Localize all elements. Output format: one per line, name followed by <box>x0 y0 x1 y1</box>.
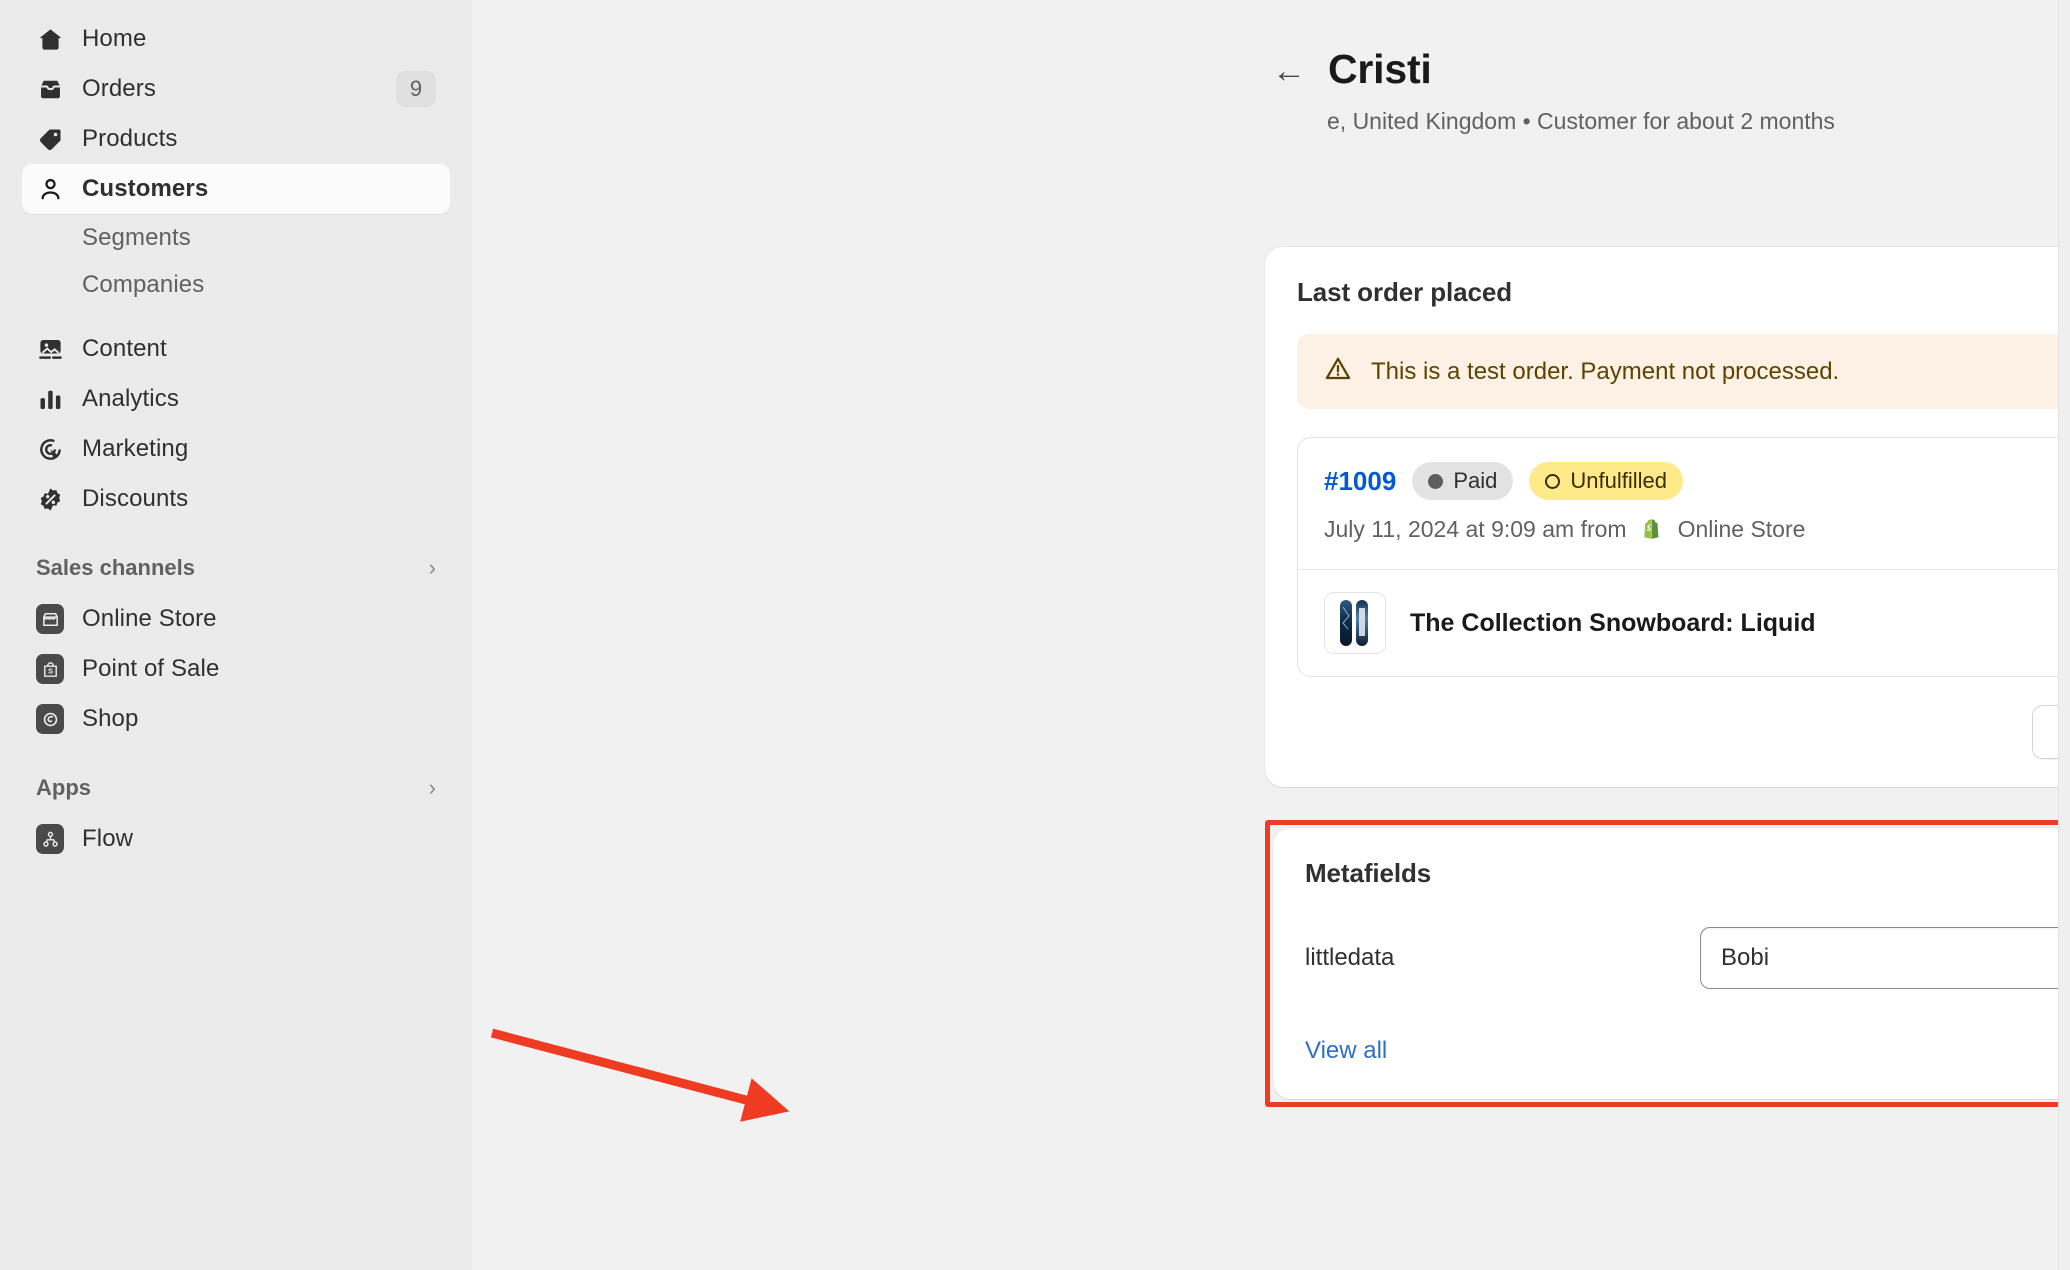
svg-text:S: S <box>47 666 52 675</box>
sidebar-item-shop[interactable]: Shop <box>22 694 450 744</box>
page-title: Cristi <box>1328 46 1432 92</box>
products-tag-icon <box>36 125 64 153</box>
sidebar-item-label: Shop <box>82 705 139 732</box>
page-header: ← Cristi e, United Kingdom • Customer fo… <box>472 0 2070 135</box>
sidebar-item-label: Marketing <box>82 435 189 462</box>
discounts-percent-icon <box>36 485 64 513</box>
sidebar-item-label: Flow <box>82 825 134 852</box>
orders-count-badge: 9 <box>396 71 436 107</box>
status-ring-icon <box>1545 473 1561 489</box>
sidebar-item-products[interactable]: Products <box>22 114 450 164</box>
sidebar-subitem-label: Segments <box>82 223 191 251</box>
order-card-actions: View all orders Create order <box>1297 705 2070 759</box>
point-of-sale-icon: S <box>36 654 64 684</box>
home-icon <box>36 25 64 53</box>
sidebar-item-point-of-sale[interactable]: S Point of Sale <box>22 644 450 694</box>
sidebar-item-flow[interactable]: Flow <box>22 814 450 864</box>
sidebar-item-content[interactable]: Content <box>22 324 450 374</box>
sidebar-item-label: Products <box>82 125 178 152</box>
shop-icon <box>36 704 64 734</box>
product-thumbnail <box>1324 592 1386 654</box>
test-order-warning-banner: This is a test order. Payment not proces… <box>1297 334 2070 409</box>
sidebar-item-label: Analytics <box>82 385 179 412</box>
sidebar-item-label: Content <box>82 335 167 362</box>
status-dot-icon <box>1428 473 1444 489</box>
order-number-link[interactable]: #1009 <box>1324 466 1396 497</box>
sidebar-item-label: Home <box>82 25 147 52</box>
metafield-label: littledata <box>1305 944 1395 971</box>
shopify-admin-window: Home Orders 9 Products Customers Segment… <box>0 0 2070 1270</box>
sidebar-item-orders[interactable]: Orders 9 <box>22 64 450 114</box>
right-edge-divider <box>2058 0 2070 1270</box>
marketing-target-icon <box>36 435 64 463</box>
order-summary-box: #1009 Paid Unfulfilled £749.95 <box>1297 437 2070 677</box>
sidebar-item-label: Customers <box>82 175 209 202</box>
fulfillment-status-badge: Unfulfilled <box>1529 462 1683 500</box>
shopify-bag-icon <box>1639 516 1666 543</box>
metafield-row: littledata <box>1305 927 2070 989</box>
customer-subtitle: e, United Kingdom • Customer for about 2… <box>1327 108 1835 134</box>
content-column: Last order placed This is a test order. … <box>1265 247 2070 1107</box>
card-title: Metafields <box>1305 858 1432 888</box>
card-title: Last order placed <box>1297 277 1513 307</box>
sidebar-subitem-label: Companies <box>82 270 205 298</box>
order-placed-text: July 11, 2024 at 9:09 am from <box>1324 516 1627 542</box>
sidebar-item-discounts[interactable]: Discounts <box>22 474 450 524</box>
sidebar-item-customers[interactable]: Customers <box>22 164 450 214</box>
content-image-icon <box>36 335 64 363</box>
sales-channels-section-header[interactable]: Sales channels › <box>22 542 450 594</box>
sidebar-item-online-store[interactable]: Online Store <box>22 594 450 644</box>
payment-status-badge: Paid <box>1412 462 1514 500</box>
back-arrow-icon[interactable]: ← <box>1272 54 1306 88</box>
sidebar-item-companies[interactable]: Companies <box>22 261 450 308</box>
warning-triangle-icon <box>1323 354 1353 389</box>
last-order-placed-card: Last order placed This is a test order. … <box>1265 247 2070 787</box>
sidebar-item-label: Orders <box>82 75 156 102</box>
analytics-bars-icon <box>36 385 64 413</box>
warning-text: This is a test order. Payment not proces… <box>1371 357 1840 385</box>
line-item-row: The Collection Snowboard: Liquid x 1 £74… <box>1324 592 2070 654</box>
sidebar-item-segments[interactable]: Segments <box>22 214 450 261</box>
apps-label: Apps <box>36 775 91 800</box>
metafields-card: Metafields littledata View all <box>1273 828 2070 1099</box>
payment-status-label: Paid <box>1453 468 1498 493</box>
sales-channel-name: Online Store <box>1677 516 1806 542</box>
chevron-right-icon: › <box>428 775 436 800</box>
sidebar-item-analytics[interactable]: Analytics <box>22 374 450 424</box>
sidebar-item-label: Discounts <box>82 485 189 512</box>
sidebar-item-home[interactable]: Home <box>22 14 450 64</box>
main-sidebar: Home Orders 9 Products Customers Segment… <box>0 0 472 1270</box>
sidebar-item-label: Point of Sale <box>82 655 220 682</box>
online-store-icon <box>36 604 64 634</box>
customer-person-icon <box>36 175 64 203</box>
sidebar-item-label: Online Store <box>82 605 217 632</box>
order-line-items: The Collection Snowboard: Liquid x 1 £74… <box>1298 569 2070 676</box>
orders-icon <box>36 75 64 103</box>
apps-section-header[interactable]: Apps › <box>22 762 450 814</box>
view-all-metafields-link[interactable]: View all <box>1305 1037 1387 1065</box>
product-name: The Collection Snowboard: Liquid <box>1410 608 1816 637</box>
sidebar-item-marketing[interactable]: Marketing <box>22 424 450 474</box>
chevron-right-icon: › <box>428 555 436 580</box>
fulfillment-status-label: Unfulfilled <box>1570 468 1667 493</box>
sales-channels-label: Sales channels <box>36 555 195 580</box>
flow-icon <box>36 824 64 854</box>
metafield-value-input[interactable] <box>1700 927 2070 989</box>
main-content-area: ← Cristi e, United Kingdom • Customer fo… <box>472 0 2070 1270</box>
metafields-card-highlight-wrapper: Metafields littledata View all <box>1265 820 2070 1107</box>
